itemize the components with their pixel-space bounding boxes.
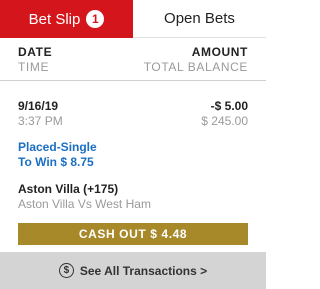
transaction-amount: -$ 5.00 bbox=[210, 99, 248, 113]
bet-tabs: Bet Slip 1 Open Bets bbox=[0, 0, 266, 38]
see-all-transactions-label: See All Transactions > bbox=[79, 263, 208, 278]
tab-open-bets-label: Open Bets bbox=[164, 10, 235, 27]
header-date: DATE bbox=[18, 45, 53, 59]
transaction-entry: 9/16/19 -$ 5.00 3:37 PM $ 245.00 Placed-… bbox=[0, 81, 266, 245]
transaction-date: 9/16/19 bbox=[18, 99, 59, 113]
header-total-balance: TOTAL BALANCE bbox=[143, 60, 248, 74]
bet-selection: Aston Villa (+175) bbox=[18, 182, 119, 196]
to-win: To Win $ 8.75 bbox=[18, 155, 94, 169]
bet-count-badge: 1 bbox=[86, 10, 105, 28]
bet-event: Aston Villa Vs West Ham bbox=[18, 197, 151, 211]
header-time: TIME bbox=[18, 60, 50, 74]
cash-out-button[interactable]: CASH OUT $ 4.48 bbox=[18, 223, 248, 245]
see-all-transactions-link[interactable]: $ See All Transactions > bbox=[0, 252, 266, 289]
bet-type: Placed-Single bbox=[18, 140, 97, 154]
tab-open-bets[interactable]: Open Bets bbox=[133, 0, 266, 38]
column-header: DATE AMOUNT TIME TOTAL BALANCE bbox=[0, 38, 266, 81]
tab-bet-slip-label: Bet Slip bbox=[28, 10, 81, 28]
transaction-balance: $ 245.00 bbox=[201, 114, 248, 128]
tab-bet-slip[interactable]: Bet Slip 1 bbox=[0, 0, 133, 38]
header-amount: AMOUNT bbox=[191, 45, 248, 59]
dollar-circle-icon: $ bbox=[58, 263, 74, 278]
transaction-time: 3:37 PM bbox=[18, 114, 63, 128]
